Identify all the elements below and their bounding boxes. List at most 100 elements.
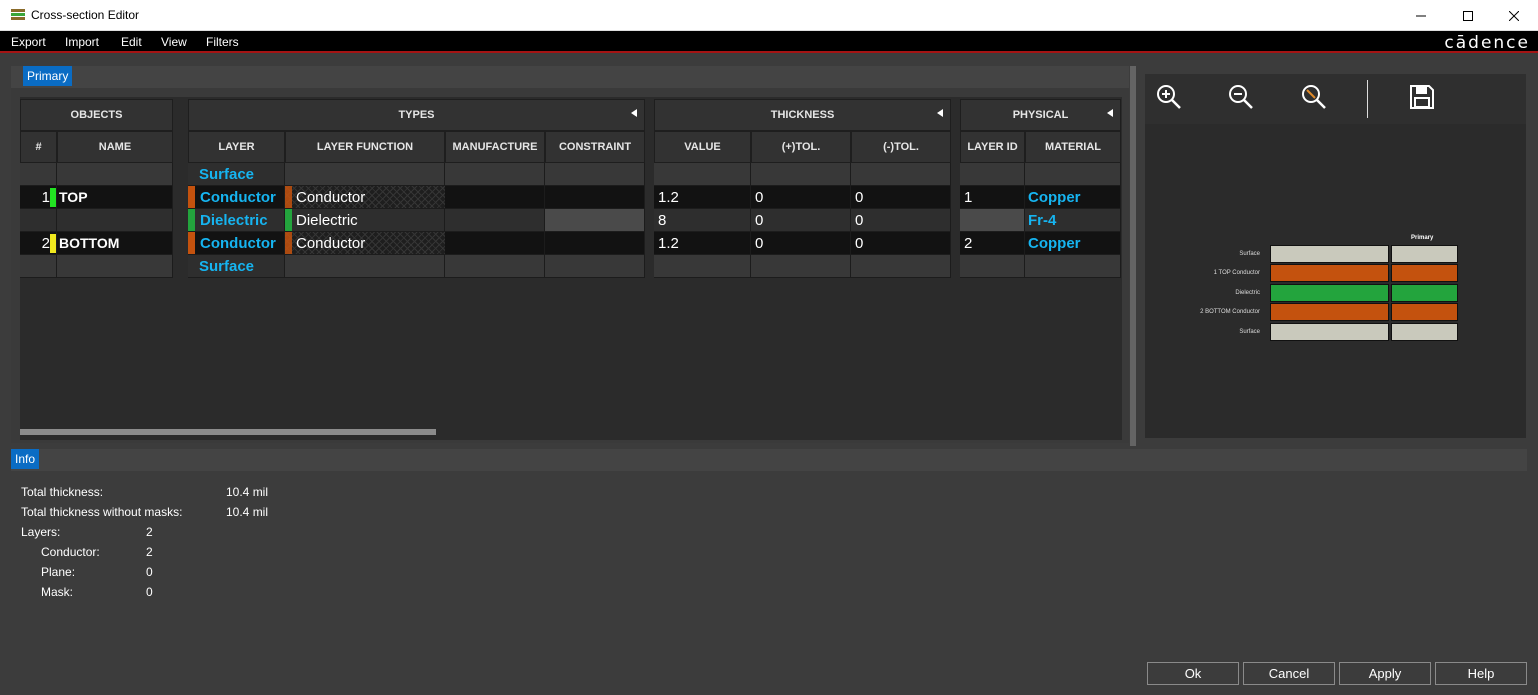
cell-ptol[interactable]: 0 — [751, 209, 851, 232]
menu-edit[interactable]: Edit — [121, 35, 142, 49]
info-label: Conductor: — [41, 545, 100, 559]
col-header-num[interactable]: # — [20, 131, 57, 163]
col-header-constraint[interactable]: CONSTRAINT — [545, 131, 645, 163]
cell-name[interactable] — [57, 209, 173, 232]
minimize-button[interactable] — [1398, 0, 1444, 31]
tab-info[interactable]: Info — [11, 449, 40, 469]
cell-manufacture[interactable] — [445, 209, 545, 232]
col-header-ntol[interactable]: (-)TOL. — [851, 131, 951, 163]
cell-layer-function[interactable]: Conductor — [285, 186, 445, 209]
col-header-layer-id[interactable]: LAYER ID — [960, 131, 1025, 163]
zoom-in-button[interactable] — [1155, 83, 1183, 111]
zoom-out-icon — [1229, 85, 1253, 109]
cell-material[interactable] — [1025, 255, 1121, 278]
cell-layer[interactable]: Surface — [188, 255, 285, 278]
cell-material[interactable]: Copper — [1025, 186, 1121, 209]
cell-layer[interactable]: Conductor — [188, 232, 285, 255]
zoom-fit-button[interactable] — [1300, 83, 1328, 111]
collapse-thickness-icon[interactable] — [937, 109, 943, 117]
cell-constraint[interactable] — [545, 186, 645, 209]
preview-layer-bar — [1391, 303, 1458, 321]
cell-ntol[interactable]: 0 — [851, 186, 951, 209]
cell-value[interactable]: 1.2 — [654, 186, 751, 209]
cell-material[interactable] — [1025, 163, 1121, 186]
cell-num[interactable] — [20, 163, 57, 186]
cell-material[interactable]: Fr-4 — [1025, 209, 1121, 232]
cell-layer-id[interactable] — [960, 255, 1025, 278]
layer-label: Dielectric — [200, 211, 268, 229]
save-icon — [1410, 85, 1434, 109]
cell-layer-function[interactable]: Dielectric — [285, 209, 445, 232]
cell-ntol[interactable] — [851, 255, 951, 278]
cell-ntol[interactable]: 0 — [851, 232, 951, 255]
panel-splitter[interactable] — [1130, 66, 1136, 446]
group-thickness-label: THICKNESS — [770, 109, 835, 121]
tab-primary[interactable]: Primary — [23, 66, 73, 86]
collapse-physical-icon[interactable] — [1107, 109, 1113, 117]
ok-button[interactable]: Ok — [1147, 662, 1239, 685]
cell-material[interactable]: Copper — [1025, 232, 1121, 255]
cell-value[interactable] — [654, 163, 751, 186]
cell-ptol[interactable]: 0 — [751, 232, 851, 255]
menu-filters[interactable]: Filters — [206, 35, 239, 49]
col-header-value[interactable]: VALUE — [654, 131, 751, 163]
cell-constraint[interactable] — [545, 163, 645, 186]
col-header-manufacture[interactable]: MANUFACTURE — [445, 131, 545, 163]
preview-layer-label: 1 TOP Conductor — [1213, 270, 1260, 276]
maximize-icon — [1463, 10, 1473, 21]
cell-constraint[interactable] — [545, 232, 645, 255]
cell-layer-id[interactable] — [960, 209, 1025, 232]
menu-export[interactable]: Export — [11, 35, 46, 49]
cancel-button[interactable]: Cancel — [1243, 662, 1335, 685]
cell-layer-id[interactable]: 2 — [960, 232, 1025, 255]
cell-manufacture[interactable] — [445, 186, 545, 209]
cell-layer-function[interactable] — [285, 163, 445, 186]
preview-layer-label: Dielectric — [1235, 290, 1260, 296]
save-button[interactable] — [1408, 83, 1436, 111]
cell-num[interactable] — [20, 255, 57, 278]
cell-layer[interactable]: Dielectric — [188, 209, 285, 232]
cell-ptol[interactable]: 0 — [751, 186, 851, 209]
cell-layer-function[interactable] — [285, 255, 445, 278]
cell-constraint[interactable] — [545, 255, 645, 278]
zoom-out-button[interactable] — [1227, 83, 1255, 111]
col-header-material[interactable]: MATERIAL — [1025, 131, 1121, 163]
info-value: 0 — [146, 585, 153, 599]
maximize-button[interactable] — [1445, 0, 1491, 31]
cell-manufacture[interactable] — [445, 163, 545, 186]
close-button[interactable] — [1491, 0, 1537, 31]
preview-column-title: Primary — [1411, 235, 1434, 241]
cell-name[interactable] — [57, 255, 173, 278]
cell-ntol[interactable]: 0 — [851, 209, 951, 232]
cell-layer-id[interactable] — [960, 163, 1025, 186]
cell-manufacture[interactable] — [445, 232, 545, 255]
help-button[interactable]: Help — [1435, 662, 1527, 685]
cell-layer-function[interactable]: Conductor — [285, 232, 445, 255]
cell-ptol[interactable] — [751, 163, 851, 186]
horizontal-scrollbar-thumb[interactable] — [20, 429, 436, 435]
info-label: Total thickness without masks: — [21, 505, 183, 519]
cell-layer[interactable]: Conductor — [188, 186, 285, 209]
cell-name[interactable]: BOTTOM — [50, 232, 173, 255]
cell-manufacture[interactable] — [445, 255, 545, 278]
cell-layer[interactable]: Surface — [188, 163, 285, 186]
cell-name[interactable] — [57, 163, 173, 186]
cell-value[interactable] — [654, 255, 751, 278]
col-header-name[interactable]: NAME — [57, 131, 173, 163]
layer-color-swatch — [50, 233, 56, 253]
cell-value[interactable]: 8 — [654, 209, 751, 232]
col-header-layer-function[interactable]: LAYER FUNCTION — [285, 131, 445, 163]
apply-button[interactable]: Apply — [1339, 662, 1431, 685]
cell-ntol[interactable] — [851, 163, 951, 186]
cell-layer-id[interactable]: 1 — [960, 186, 1025, 209]
menu-view[interactable]: View — [161, 35, 187, 49]
cell-ptol[interactable] — [751, 255, 851, 278]
cell-value[interactable]: 1.2 — [654, 232, 751, 255]
cell-constraint[interactable] — [545, 209, 645, 232]
cell-num[interactable] — [20, 209, 57, 232]
col-header-ptol[interactable]: (+)TOL. — [751, 131, 851, 163]
collapse-types-icon[interactable] — [631, 109, 637, 117]
col-header-layer[interactable]: LAYER — [188, 131, 285, 163]
cell-name[interactable]: TOP — [50, 186, 173, 209]
menu-import[interactable]: Import — [65, 35, 99, 49]
